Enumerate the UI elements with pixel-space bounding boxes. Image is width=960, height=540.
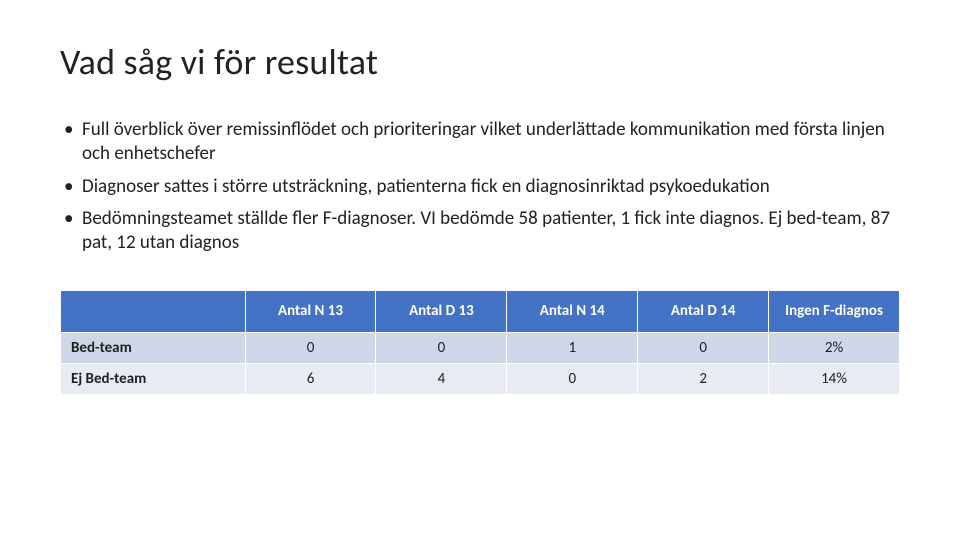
bullet-list: Full överblick över remissinflödet och p…	[60, 118, 900, 256]
table-cell: 6	[245, 363, 376, 394]
list-item: Full överblick över remissinflödet och p…	[60, 118, 900, 167]
table-col-header: Antal D 13	[376, 290, 507, 332]
table-row-header: Ej Bed-team	[61, 363, 246, 394]
table-cell: 2%	[769, 332, 900, 363]
results-table: Antal N 13 Antal D 13 Antal N 14 Antal D…	[60, 290, 900, 395]
table-col-header: Antal N 13	[245, 290, 376, 332]
table-cell: 0	[376, 332, 507, 363]
table-cell: 1	[507, 332, 638, 363]
slide: Vad såg vi för resultat Full överblick ö…	[0, 0, 960, 415]
table-col-header: Ingen F-diagnos	[769, 290, 900, 332]
table-cell: 0	[507, 363, 638, 394]
table-cell: 0	[245, 332, 376, 363]
table-row: Bed-team 0 0 1 0 2%	[61, 332, 900, 363]
list-item: Diagnoser sattes i större utsträckning, …	[60, 175, 900, 199]
list-item: Bedömningsteamet ställde fler F-diagnose…	[60, 207, 900, 256]
table-row-header: Bed-team	[61, 332, 246, 363]
table-cell: 2	[638, 363, 769, 394]
table-cell: 4	[376, 363, 507, 394]
table-cell: 0	[638, 332, 769, 363]
table-row: Ej Bed-team 6 4 0 2 14%	[61, 363, 900, 394]
table-corner	[61, 290, 246, 332]
table-col-header: Antal N 14	[507, 290, 638, 332]
page-title: Vad såg vi för resultat	[60, 40, 900, 84]
table-col-header: Antal D 14	[638, 290, 769, 332]
table-cell: 14%	[769, 363, 900, 394]
table-header-row: Antal N 13 Antal D 13 Antal N 14 Antal D…	[61, 290, 900, 332]
